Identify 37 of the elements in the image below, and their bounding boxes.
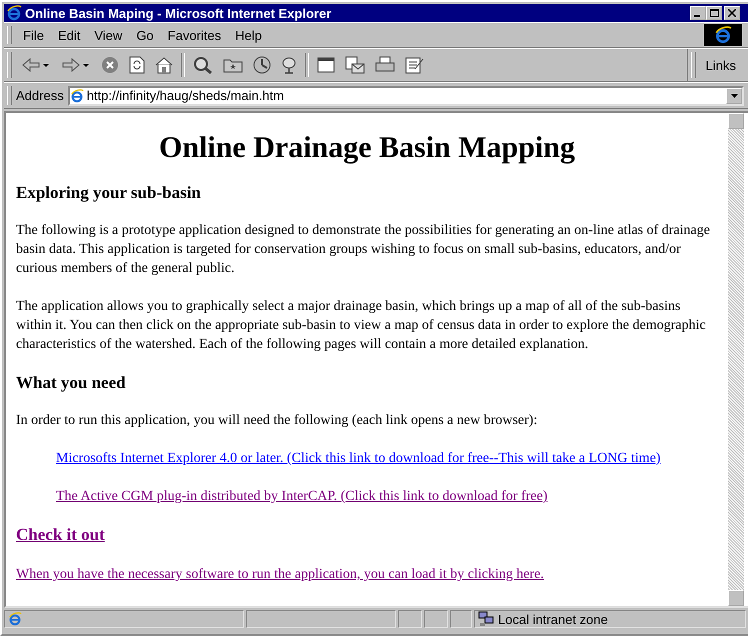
- menu-item[interactable]: Edit: [50, 26, 88, 44]
- download-link[interactable]: The Active CGM plug-in distributed by InterCAP. (Click this link to download for free): [56, 489, 548, 504]
- menu-item[interactable]: View: [87, 26, 130, 44]
- paragraph: The application allows you to graphically select a major drainage basin, which brings up a map of all of the sub-basins within it. You can then click on the appropriate sub-basin to view a map of census data in order to explore the demographic characteristics of the watershed. Each of the following pages will contain a more detailed explanation.: [16, 298, 707, 354]
- caret-icon: [730, 94, 738, 98]
- links-label[interactable]: Links: [700, 58, 748, 72]
- close-icon: [728, 9, 736, 17]
- scrollbar[interactable]: [728, 113, 744, 606]
- download-link[interactable]: Microsofts Internet Explorer 4.0 or later. (Click this link to download for free--This will take a LONG time): [56, 451, 661, 466]
- address-label: Address: [16, 88, 65, 103]
- browser-logo-icon: [6, 5, 22, 21]
- page-icon: [8, 612, 22, 626]
- status-pane: [424, 610, 448, 628]
- status-pane: [450, 610, 472, 628]
- security-zone: Local intranet zone: [498, 612, 608, 626]
- status-pane: [398, 610, 422, 628]
- section-heading: Exploring your sub-basin: [16, 183, 202, 203]
- network-computer-icon: [478, 611, 494, 627]
- menu-item[interactable]: Help: [228, 26, 269, 44]
- minimize-button[interactable]: [690, 6, 706, 20]
- page-icon: [70, 88, 84, 102]
- text-link[interactable]: When you have the necessary software to run the application, you can load it by clicking here.: [16, 567, 544, 582]
- maximize-button[interactable]: [706, 6, 722, 20]
- maximize-icon: [710, 9, 718, 17]
- heading-link[interactable]: Check it out: [16, 525, 105, 544]
- menu-item[interactable]: File: [16, 26, 51, 44]
- page-heading: Online Drainage Basin Mapping: [158, 131, 576, 165]
- section-heading: What you need: [16, 373, 127, 393]
- paragraph: In order to run this application, you will need the following (each link opens a new browser):: [16, 412, 538, 430]
- globe-e-icon: [714, 26, 732, 44]
- address-field[interactable]: http://infinity/haug/sheds/main.htm: [68, 86, 744, 106]
- menu-item[interactable]: Favorites: [160, 26, 228, 44]
- paragraph: The following is a prototype application designed to demonstrate the possibilities for generating an on-line atlas of drainage basin data. This application is targeted for conservation groups wishing to focus on small sub-basins, educators, and/or curious members of the general public.: [16, 222, 711, 278]
- dropdown-button[interactable]: [726, 88, 742, 104]
- menu-item[interactable]: Go: [129, 26, 161, 44]
- window-title: Online Basin Maping - Microsoft Internet Explorer: [25, 6, 332, 20]
- close-button[interactable]: [724, 6, 740, 20]
